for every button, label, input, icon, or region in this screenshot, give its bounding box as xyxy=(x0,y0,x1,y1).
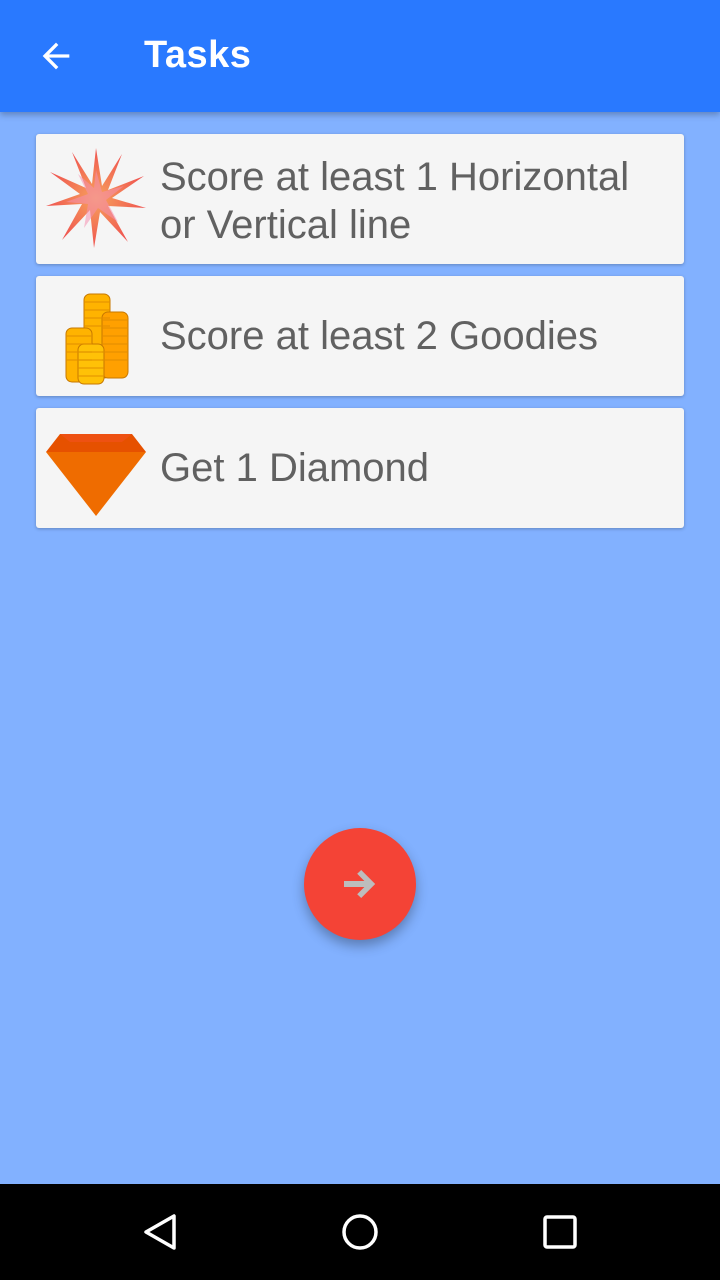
page-title: Tasks xyxy=(144,34,252,76)
nav-recents-button[interactable] xyxy=(528,1200,592,1264)
arrow-right-icon xyxy=(344,870,376,898)
task-label: Score at least 2 Goodies xyxy=(160,314,599,358)
coin-stack-icon xyxy=(44,284,148,388)
task-card-line[interactable]: Score at least 1 Horizontal or Vertical … xyxy=(36,134,684,264)
task-card-diamond[interactable]: Get 1 Diamond xyxy=(36,408,684,528)
task-card-goodies[interactable]: Score at least 2 Goodies xyxy=(36,276,684,396)
task-label: Score at least 1 Horizontal or Vertical … xyxy=(160,155,630,247)
arrow-left-icon xyxy=(42,42,70,70)
nav-back-icon xyxy=(144,1214,176,1250)
nav-recents-icon xyxy=(543,1215,577,1249)
nav-home-button[interactable] xyxy=(328,1200,392,1264)
next-button[interactable] xyxy=(304,828,416,940)
system-nav-bar xyxy=(0,1184,720,1280)
task-label: Get 1 Diamond xyxy=(160,446,430,490)
back-button[interactable] xyxy=(24,24,88,88)
nav-back-button[interactable] xyxy=(128,1200,192,1264)
app-bar: Tasks xyxy=(0,0,720,112)
diamond-icon xyxy=(44,416,148,520)
starburst-icon xyxy=(44,146,148,250)
nav-home-icon xyxy=(342,1214,378,1250)
